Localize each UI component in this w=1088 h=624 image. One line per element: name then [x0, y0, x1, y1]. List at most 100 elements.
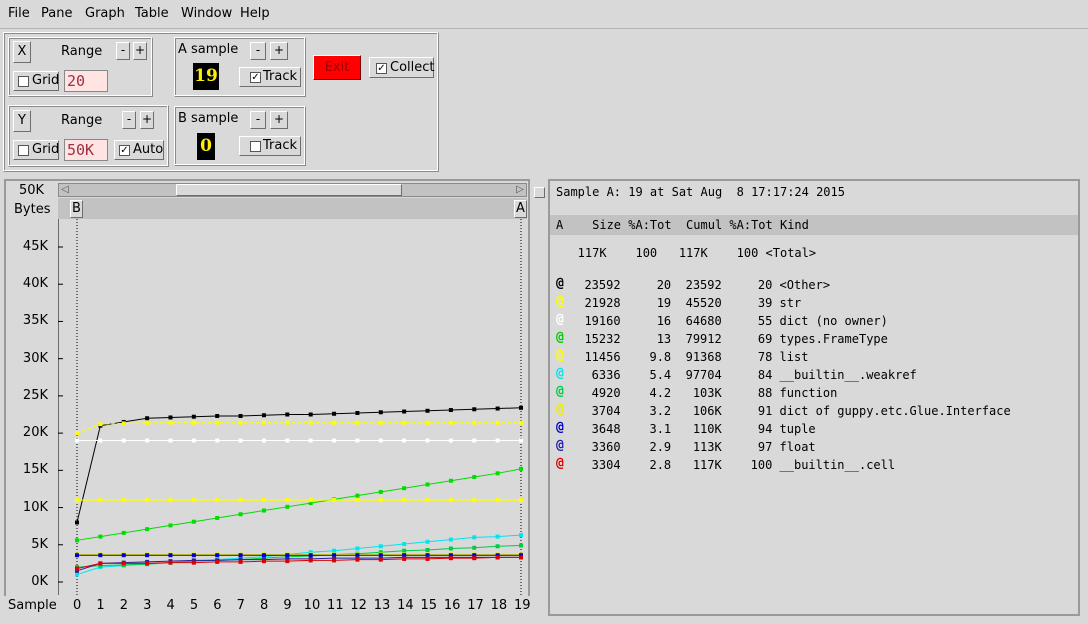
y-auto-checkbox[interactable]: ✓ — [119, 145, 130, 156]
menu-graph[interactable]: Graph — [85, 6, 125, 21]
collect-toggle[interactable]: ✓ Collect — [369, 57, 435, 78]
y-tick-label: 10K — [22, 499, 48, 515]
series-3-point — [519, 466, 523, 471]
y-range-plus-button[interactable]: + — [140, 111, 154, 129]
row-color-marker-icon[interactable]: @ — [556, 348, 564, 363]
table-row[interactable]: 3704 3.2 106K 91 dict of guppy.etc.Glue.… — [570, 404, 1011, 422]
series-10-point — [308, 558, 313, 563]
y-auto-toggle[interactable]: ✓ Auto — [114, 140, 164, 160]
row-color-marker-icon[interactable]: @ — [556, 366, 564, 381]
x-axis-button[interactable]: X — [13, 41, 31, 63]
a-track-label: Track — [263, 69, 298, 84]
a-sample-minus-button[interactable]: - — [250, 42, 266, 60]
series-4-point — [121, 498, 126, 503]
x-tick-label: 11 — [327, 598, 344, 613]
x-tick-label: 4 — [166, 598, 175, 613]
table-row[interactable]: 3360 2.9 113K 97 float — [570, 440, 816, 458]
series-3-point — [75, 538, 79, 543]
marker-a-handle[interactable]: A — [514, 200, 527, 218]
pane-splitter-handle[interactable] — [534, 187, 545, 198]
b-track-checkbox[interactable] — [250, 141, 261, 152]
row-color-marker-icon[interactable]: @ — [556, 420, 564, 435]
table-column-headers: A Size %A:Tot Cumul %A:Tot Kind — [556, 218, 809, 232]
series-8-point — [285, 553, 290, 558]
x-grid-toggle[interactable]: Grid — [13, 71, 59, 91]
b-sample-plus-button[interactable]: + — [270, 111, 288, 129]
table-row[interactable]: 15232 13 79912 69 types.FrameType — [570, 332, 887, 350]
series-1-point — [448, 420, 453, 425]
x-tick-label: 12 — [350, 598, 367, 613]
b-sample-minus-button[interactable]: - — [250, 111, 266, 129]
x-tick-label: 15 — [420, 598, 438, 613]
menu-help[interactable]: Help — [240, 6, 270, 21]
b-track-toggle[interactable]: Track — [239, 136, 301, 156]
y-tick-label: 20K — [22, 425, 48, 441]
series-2-point — [519, 438, 523, 443]
y-grid-checkbox[interactable] — [18, 145, 29, 156]
scroll-thumb[interactable] — [176, 184, 402, 196]
menu-file[interactable]: File — [8, 6, 30, 21]
sample-header: Sample A: 19 at Sat Aug 8 17:17:24 2015 — [556, 185, 845, 199]
series-10-point — [191, 560, 196, 565]
row-color-marker-icon[interactable]: @ — [556, 276, 564, 291]
series-5-point — [448, 537, 453, 542]
exit-button[interactable]: Exit — [313, 55, 361, 80]
series-0-point — [308, 412, 313, 417]
y-range-input[interactable]: 50K — [64, 139, 108, 161]
a-track-toggle[interactable]: ✓ Track — [239, 67, 301, 87]
series-1-point — [261, 420, 266, 425]
x-range-input[interactable]: 20 — [64, 70, 108, 92]
series-10-point — [495, 555, 500, 560]
series-2-point — [472, 438, 477, 443]
series-5-point — [472, 535, 477, 540]
table-row[interactable]: 3648 3.1 110K 94 tuple — [570, 422, 816, 440]
series-10-point — [285, 559, 290, 564]
series-2-point — [402, 438, 407, 443]
marker-b-handle[interactable]: B — [70, 200, 83, 218]
series-8-point — [191, 553, 196, 558]
scroll-left-arrow-icon[interactable]: ◁ — [59, 184, 71, 196]
series-2-point — [238, 438, 243, 443]
row-color-marker-icon[interactable]: @ — [556, 312, 564, 327]
a-sample-label: A sample — [178, 42, 239, 57]
row-color-marker-icon[interactable]: @ — [556, 294, 564, 309]
table-row[interactable]: 21928 19 45520 39 str — [570, 296, 801, 314]
x-tick-label: 8 — [259, 598, 269, 613]
collect-checkbox[interactable]: ✓ — [376, 63, 387, 74]
graph-horizontal-scrollbar[interactable]: ◁ ▷ — [58, 183, 527, 197]
series-10-point — [75, 566, 79, 571]
y-range-minus-button[interactable]: - — [122, 111, 136, 129]
series-6-point — [425, 547, 430, 552]
x-grid-label: Grid — [32, 73, 60, 88]
menu-window[interactable]: Window — [181, 6, 232, 21]
row-color-marker-icon[interactable]: @ — [556, 384, 564, 399]
table-row[interactable]: 11456 9.8 91368 78 list — [570, 350, 808, 368]
menu-table[interactable]: Table — [135, 6, 169, 21]
a-track-checkbox[interactable]: ✓ — [250, 72, 261, 83]
menu-pane[interactable]: Pane — [41, 6, 72, 21]
x-grid-checkbox[interactable] — [18, 76, 29, 87]
y-grid-toggle[interactable]: Grid — [13, 140, 59, 160]
row-color-marker-icon[interactable]: @ — [556, 330, 564, 345]
series-3-point — [191, 519, 196, 524]
table-row[interactable]: 19160 16 64680 55 dict (no owner) — [570, 314, 887, 332]
table-row[interactable]: 4920 4.2 103K 88 function — [570, 386, 838, 404]
x-tick-label: 7 — [236, 598, 245, 613]
table-row[interactable]: 3304 2.8 117K 100 __builtin__.cell — [570, 458, 895, 476]
y-axis-button[interactable]: Y — [13, 110, 31, 132]
table-total-row: 117K 100 117K 100 <Total> — [556, 246, 817, 260]
series-3-point — [261, 508, 266, 513]
x-range-plus-button[interactable]: + — [133, 42, 147, 60]
y-tick-label: 45K — [22, 239, 48, 254]
table-row[interactable]: 6336 5.4 97704 84 __builtin__.weakref — [570, 368, 917, 386]
table-row[interactable]: 23592 20 23592 20 <Other> — [570, 278, 830, 296]
scroll-right-arrow-icon[interactable]: ▷ — [514, 184, 526, 196]
x-tick-label: 16 — [443, 598, 461, 613]
series-1-point — [425, 420, 430, 425]
x-range-minus-button[interactable]: - — [116, 42, 130, 60]
series-3-point — [121, 530, 126, 535]
row-color-marker-icon[interactable]: @ — [556, 456, 564, 471]
row-color-marker-icon[interactable]: @ — [556, 402, 564, 417]
row-color-marker-icon[interactable]: @ — [556, 438, 564, 453]
a-sample-plus-button[interactable]: + — [270, 42, 288, 60]
